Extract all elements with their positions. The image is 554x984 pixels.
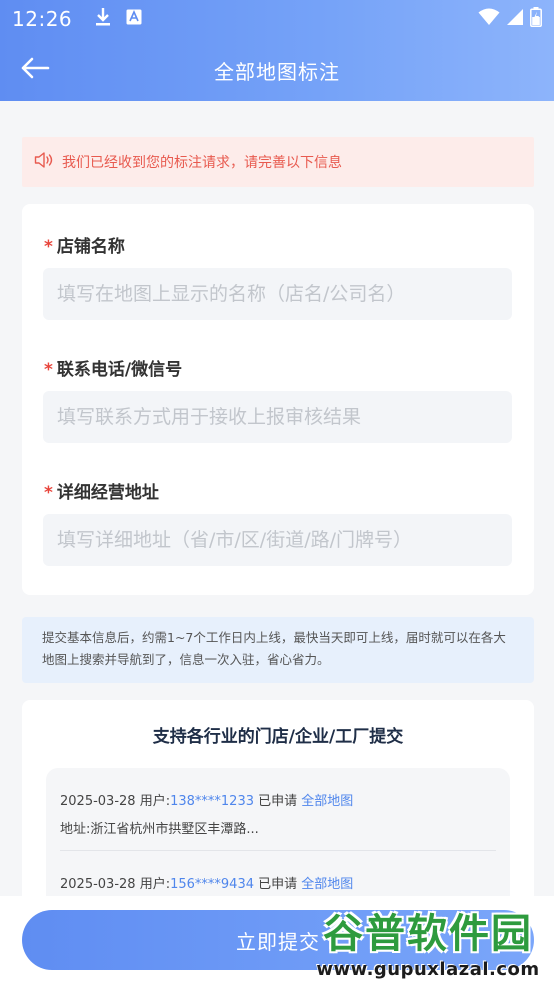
support-title: 支持各行业的门店/企业/工厂提交 (152, 727, 404, 747)
text-app-icon (126, 9, 142, 29)
contact-label: * 联系电话/微信号 (44, 355, 182, 380)
store-name-label: * 店铺名称 (44, 232, 125, 257)
wifi-icon (478, 8, 500, 30)
watermark-logo: 谷普软件园 www.gupuxlazal.com (304, 898, 552, 982)
record-info: 2025-03-28 用户:156****9434 已申请 全部地图 (60, 873, 496, 893)
store-name-label-text: 店铺名称 (56, 237, 125, 257)
address-label: * 详细经营地址 (44, 478, 159, 503)
list-item: 2025-03-28 用户:156****9434 已申请 全部地图 (60, 850, 496, 893)
notice-banner: 我们已经收到您的标注请求，请完善以下信息 (22, 137, 534, 187)
back-arrow-icon (20, 57, 50, 83)
support-card: 支持各行业的门店/企业/工厂提交 2025-03-28 用户:138****12… (22, 700, 534, 910)
page-title: 全部地图标注 (214, 59, 340, 84)
battery-icon (530, 7, 542, 31)
address-input[interactable] (43, 514, 512, 566)
store-name-input[interactable] (43, 268, 512, 320)
contact-label-text: 联系电话/微信号 (56, 360, 183, 380)
record-phone: 156****9434 (170, 877, 254, 892)
record-applied: 已申请 (258, 794, 298, 809)
required-mark: * (44, 360, 53, 380)
form-card: *店铺名称 *联系电话/微信号 *详细经营地址 (22, 204, 534, 595)
record-phone: 138****1233 (170, 794, 254, 809)
status-time: 12:26 (12, 7, 73, 31)
required-mark: * (44, 483, 53, 503)
signal-icon (506, 8, 524, 30)
nav-bar: 全部地图标注 (0, 40, 554, 100)
record-date: 2025-03-28 (60, 877, 136, 892)
record-user-label: 用户: (139, 794, 171, 809)
address-label-text: 详细经营地址 (56, 483, 159, 503)
record-list: 2025-03-28 用户:138****1233 已申请 全部地图 地址:浙江… (46, 768, 510, 910)
record-info: 2025-03-28 用户:138****1233 已申请 全部地图 (60, 790, 496, 810)
record-product: 全部地图 (301, 877, 354, 892)
status-bar: 12:26 (0, 0, 554, 38)
required-mark: * (44, 237, 53, 257)
record-product: 全部地图 (301, 794, 354, 809)
contact-input[interactable] (43, 391, 512, 443)
list-item: 2025-03-28 用户:138****1233 已申请 全部地图 地址:浙江… (60, 768, 496, 838)
watermark-url: www.gupuxlazal.com (316, 958, 540, 980)
notice-text: 我们已经收到您的标注请求，请完善以下信息 (62, 155, 342, 171)
record-applied: 已申请 (258, 877, 298, 892)
record-user-label: 用户: (139, 877, 171, 892)
record-date: 2025-03-28 (60, 794, 136, 809)
back-button[interactable] (14, 50, 56, 90)
info-box: 提交基本信息后，约需1~7个工作日内上线，最快当天即可上线，届时就可以在各大地图… (22, 617, 534, 683)
speaker-icon (34, 151, 54, 173)
download-icon (94, 7, 112, 31)
app-header: 12:26 全部地图标注 (0, 0, 554, 101)
record-address: 地址:浙江省杭州市拱墅区丰潭路... (60, 822, 259, 837)
watermark-main: 谷普软件园 (323, 910, 533, 957)
